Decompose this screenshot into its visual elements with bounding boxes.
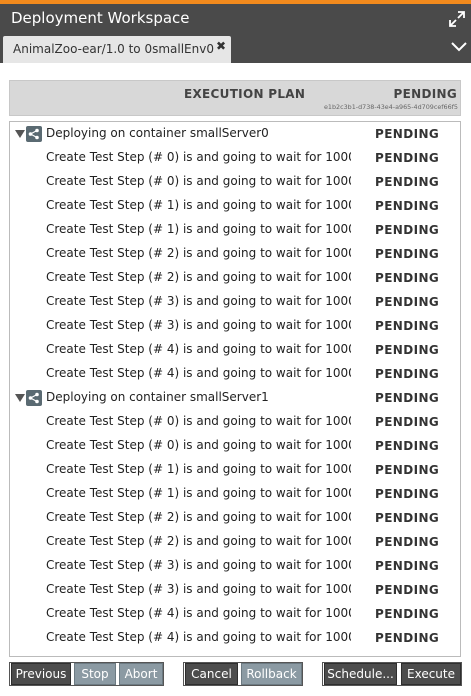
status-label: PENDING	[375, 607, 440, 621]
step-label: Create Test Step (# 0) is and going to w…	[46, 174, 351, 188]
window-title: Deployment Workspace	[11, 9, 190, 27]
step-label: Create Test Step (# 2) is and going to w…	[46, 534, 351, 548]
step-label: Create Test Step (# 2) is and going to w…	[46, 510, 351, 524]
step-row[interactable]: Create Test Step (# 4) is and going to w…	[10, 626, 460, 650]
deployment-group-icon	[26, 126, 42, 142]
status-label: PENDING	[375, 511, 440, 525]
status-label: PENDING	[375, 487, 440, 501]
status-label: PENDING	[375, 631, 440, 645]
previous-button[interactable]: Previous	[11, 663, 71, 685]
step-label: Create Test Step (# 3) is and going to w…	[46, 318, 351, 332]
step-label: Create Test Step (# 3) is and going to w…	[46, 582, 351, 596]
group-label: Deploying on container smallServer1	[46, 390, 269, 404]
step-row[interactable]: Create Test Step (# 0) is and going to w…	[10, 434, 460, 458]
status-label: PENDING	[375, 583, 440, 597]
overall-status: PENDING	[393, 87, 457, 101]
tab-bar: AnimalZoo-ear/1.0 to 0smallEnv0 ✖	[0, 33, 471, 63]
status-label: PENDING	[375, 295, 440, 309]
status-label: PENDING	[375, 343, 440, 357]
status-label: PENDING	[375, 415, 440, 429]
step-label: Create Test Step (# 2) is and going to w…	[46, 270, 351, 284]
step-row[interactable]: Create Test Step (# 1) is and going to w…	[10, 194, 460, 218]
status-label: PENDING	[375, 463, 440, 477]
step-row[interactable]: Create Test Step (# 2) is and going to w…	[10, 242, 460, 266]
execute-button[interactable]: Execute	[401, 663, 461, 685]
stop-button[interactable]: Stop	[74, 663, 116, 685]
step-label: Create Test Step (# 0) is and going to w…	[46, 150, 351, 164]
schedule-button[interactable]: Schedule...	[324, 663, 397, 685]
step-label: Create Test Step (# 4) is and going to w…	[46, 366, 351, 380]
step-row[interactable]: Create Test Step (# 0) is and going to w…	[10, 146, 460, 170]
group-row[interactable]: Deploying on container smallServer0 PENDI…	[10, 122, 460, 146]
status-label: PENDING	[375, 535, 440, 549]
step-row[interactable]: Create Test Step (# 4) is and going to w…	[10, 338, 460, 362]
status-label: PENDING	[375, 175, 440, 189]
step-label: Create Test Step (# 1) is and going to w…	[46, 198, 351, 212]
step-label: Create Test Step (# 1) is and going to w…	[46, 222, 351, 236]
execution-plan-header: EXECUTION PLAN PENDING e1b2c3b1-d738-43e…	[9, 80, 461, 116]
step-row[interactable]: Create Test Step (# 0) is and going to w…	[10, 410, 460, 434]
execution-plan-tree[interactable]: Deploying on container smallServer0 PENDI…	[9, 121, 461, 657]
cancel-button-group: Cancel Rollback	[183, 662, 303, 686]
cancel-button[interactable]: Cancel	[185, 663, 238, 685]
status-label: PENDING	[375, 367, 440, 381]
status-label: PENDING	[375, 271, 440, 285]
tab-label: AnimalZoo-ear/1.0 to 0smallEnv0	[13, 42, 214, 56]
step-row[interactable]: Create Test Step (# 3) is and going to w…	[10, 314, 460, 338]
collapse-toggle-icon[interactable]	[15, 394, 25, 403]
step-row[interactable]: Create Test Step (# 4) is and going to w…	[10, 602, 460, 626]
step-row[interactable]: Create Test Step (# 1) is and going to w…	[10, 482, 460, 506]
execution-plan-title: EXECUTION PLAN	[184, 87, 306, 101]
step-label: Create Test Step (# 1) is and going to w…	[46, 462, 351, 476]
status-label: PENDING	[375, 223, 440, 237]
step-label: Create Test Step (# 3) is and going to w…	[46, 294, 351, 308]
abort-button[interactable]: Abort	[119, 663, 163, 685]
step-label: Create Test Step (# 4) is and going to w…	[46, 606, 351, 620]
step-label: Create Test Step (# 0) is and going to w…	[46, 414, 351, 428]
status-label: PENDING	[375, 439, 440, 453]
status-label: PENDING	[375, 199, 440, 213]
group-label: Deploying on container smallServer0	[46, 126, 269, 140]
status-label: PENDING	[375, 151, 440, 165]
status-label: PENDING	[375, 319, 440, 333]
step-row[interactable]: Create Test Step (# 1) is and going to w…	[10, 218, 460, 242]
step-row[interactable]: Create Test Step (# 3) is and going to w…	[10, 578, 460, 602]
deployment-group-icon	[26, 390, 42, 406]
chevron-down-icon[interactable]	[449, 36, 469, 56]
close-icon[interactable]: ✖	[216, 39, 226, 53]
status-label: PENDING	[375, 127, 440, 141]
step-label: Create Test Step (# 2) is and going to w…	[46, 246, 351, 260]
collapse-toggle-icon[interactable]	[15, 130, 25, 139]
step-row[interactable]: Create Test Step (# 4) is and going to w…	[10, 362, 460, 386]
expand-icon[interactable]	[447, 9, 467, 29]
step-row[interactable]: Create Test Step (# 2) is and going to w…	[10, 530, 460, 554]
status-label: PENDING	[375, 247, 440, 261]
step-label: Create Test Step (# 3) is and going to w…	[46, 558, 351, 572]
step-row[interactable]: Create Test Step (# 3) is and going to w…	[10, 554, 460, 578]
step-row[interactable]: Create Test Step (# 0) is and going to w…	[10, 170, 460, 194]
window-titlebar: Deployment Workspace	[0, 4, 471, 33]
rollback-button[interactable]: Rollback	[241, 663, 302, 685]
group-row[interactable]: Deploying on container smallServer1 PENDI…	[10, 386, 460, 410]
step-row[interactable]: Create Test Step (# 2) is and going to w…	[10, 266, 460, 290]
step-label: Create Test Step (# 4) is and going to w…	[46, 342, 351, 356]
execute-button-group: Schedule... Execute	[322, 662, 462, 686]
step-row[interactable]: Create Test Step (# 1) is and going to w…	[10, 458, 460, 482]
step-label: Create Test Step (# 4) is and going to w…	[46, 630, 351, 644]
step-label: Create Test Step (# 1) is and going to w…	[46, 486, 351, 500]
tab-deployment[interactable]: AnimalZoo-ear/1.0 to 0smallEnv0 ✖	[3, 36, 231, 63]
status-label: PENDING	[375, 391, 440, 405]
step-label: Create Test Step (# 0) is and going to w…	[46, 438, 351, 452]
status-label: PENDING	[375, 559, 440, 573]
navigation-button-group: Previous Stop Abort	[9, 662, 164, 686]
step-row[interactable]: Create Test Step (# 3) is and going to w…	[10, 290, 460, 314]
task-id: e1b2c3b1-d738-43e4-a965-4d709cef66f5	[323, 103, 458, 111]
step-row[interactable]: Create Test Step (# 2) is and going to w…	[10, 506, 460, 530]
